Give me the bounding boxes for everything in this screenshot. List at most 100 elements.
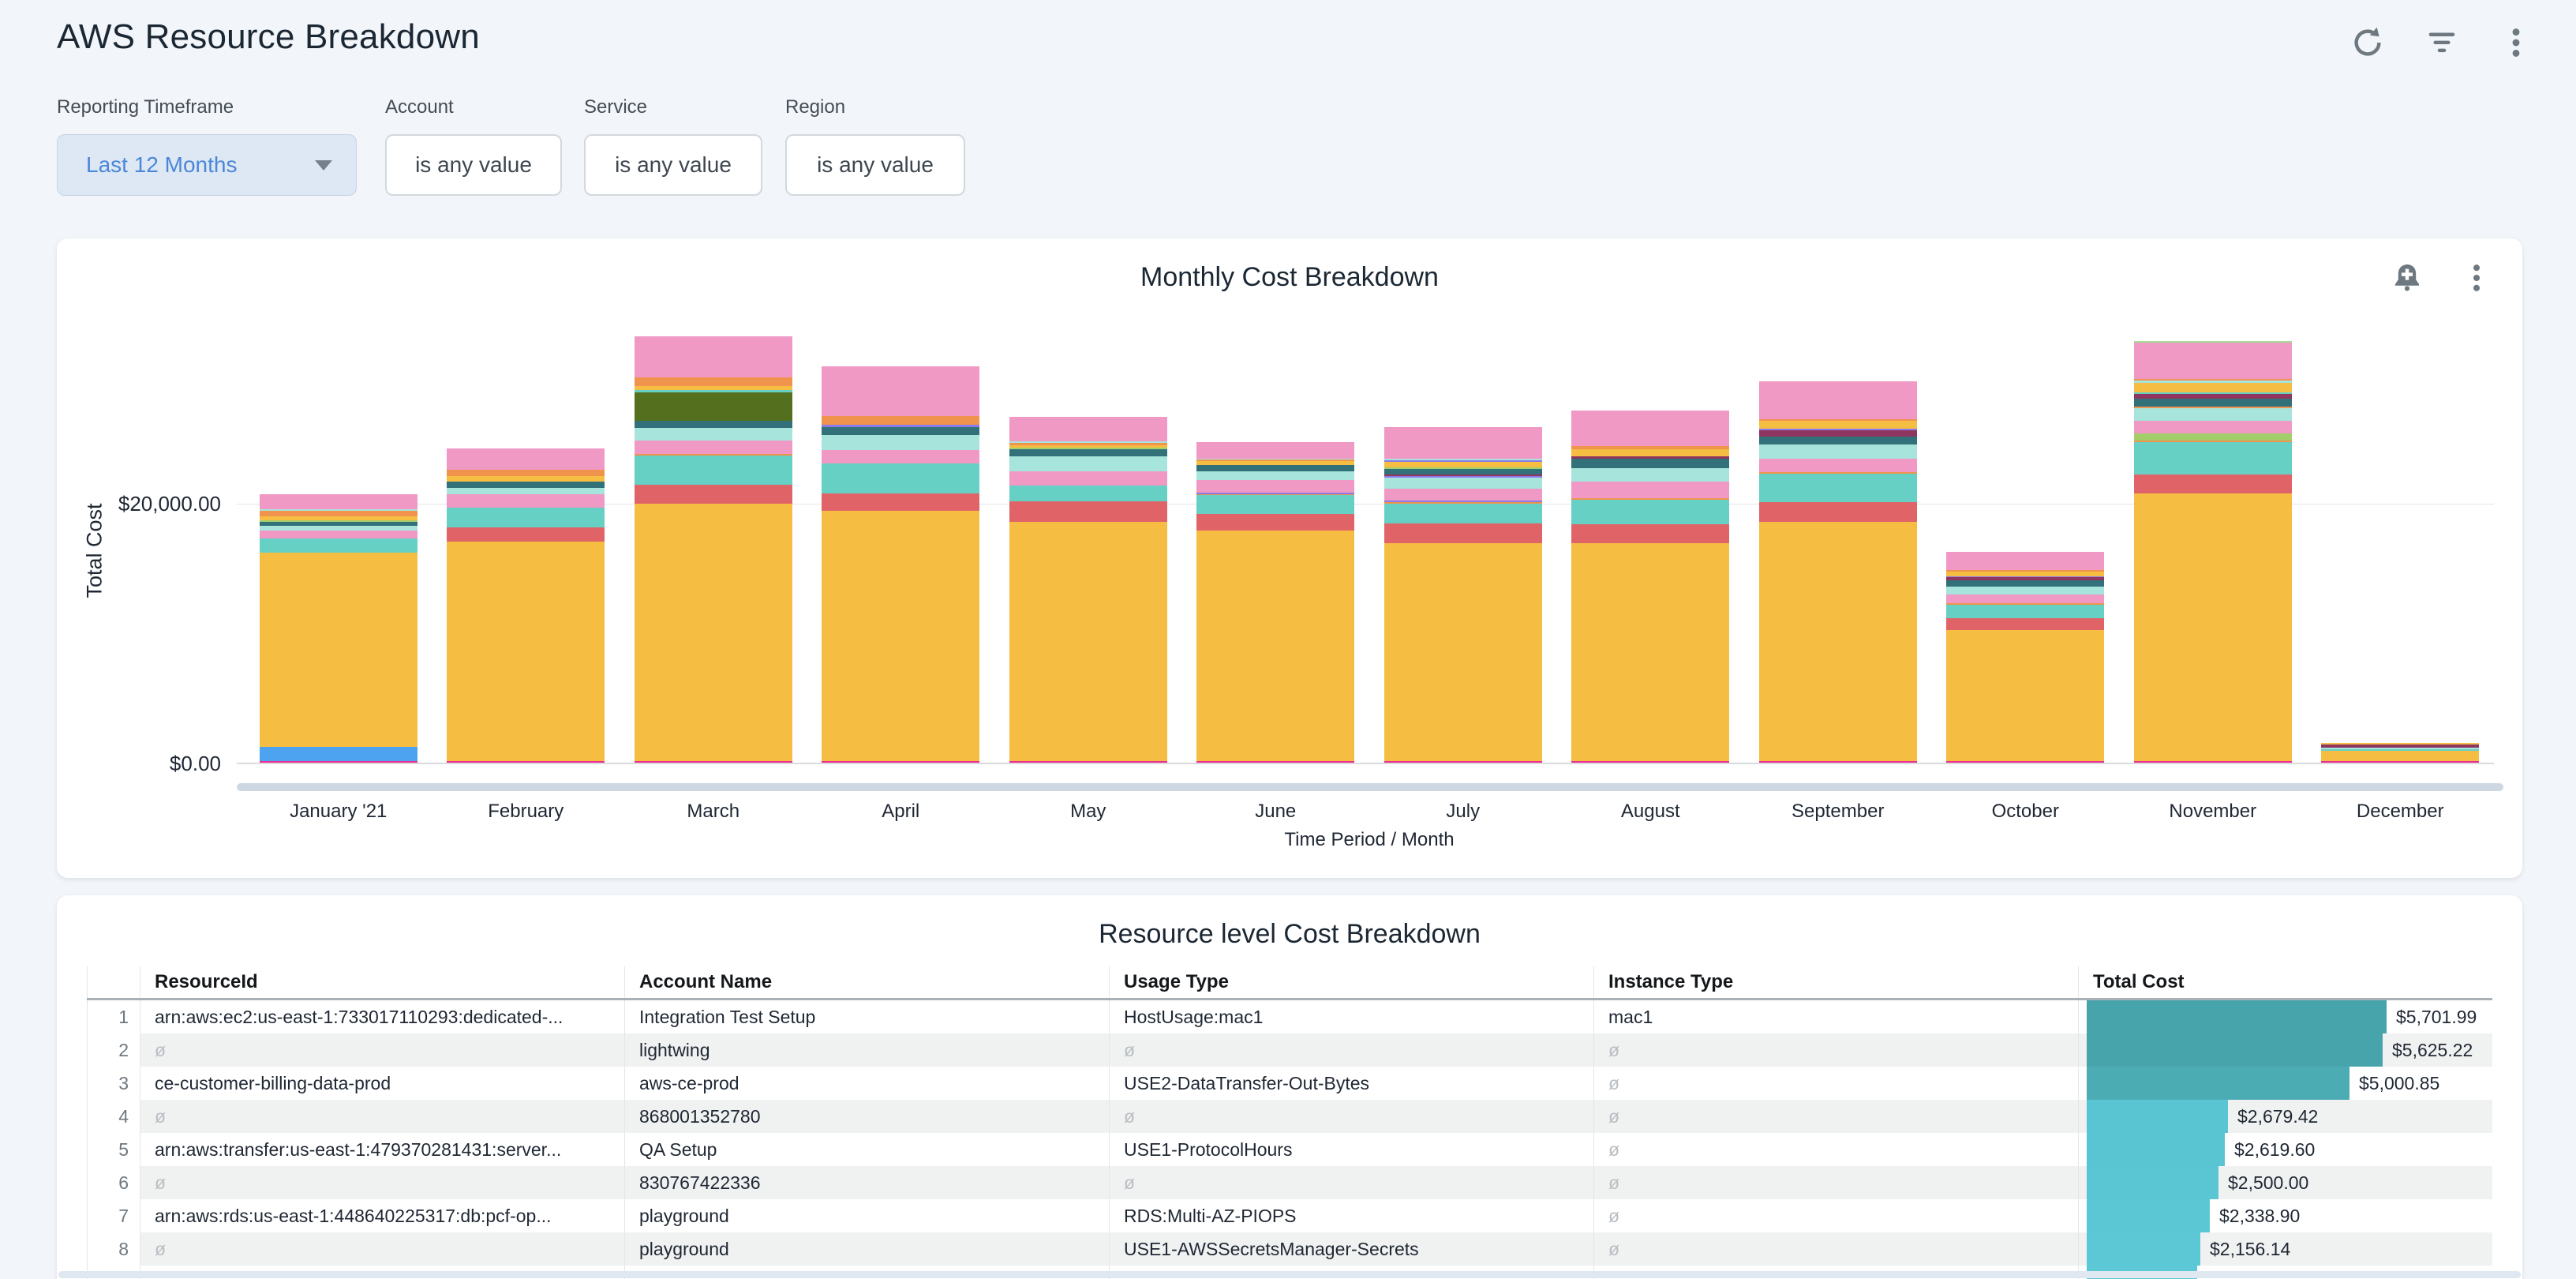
y-tick-0: $0.00	[79, 752, 221, 776]
x-tick-label: June	[1182, 801, 1370, 823]
segment-teal	[1946, 605, 2104, 618]
null-value: ø	[155, 1106, 166, 1127]
bar-slot	[245, 314, 432, 763]
segment-dkteal	[1571, 459, 1729, 468]
segment-magenta	[822, 761, 979, 763]
segment-pink	[822, 366, 979, 416]
y-axis-title: Total Cost	[83, 535, 107, 598]
resource-table-card: Resource level Cost Breakdown ResourceId…	[57, 895, 2522, 1279]
row-number: 6	[88, 1166, 140, 1199]
cell-account-name: Integration Test Setup	[624, 1000, 1109, 1033]
x-tick-label: May	[994, 801, 1182, 823]
segment-pink	[1571, 411, 1729, 446]
bar-slot	[1369, 314, 1557, 763]
segment-pink	[1196, 442, 1354, 458]
cell-total-cost: $2,679.42	[2078, 1100, 2493, 1133]
stacked-bar-August[interactable]	[1571, 411, 1729, 763]
chart-plot	[245, 314, 2494, 764]
segment-orange	[635, 377, 792, 385]
table-header-row: ResourceId Account Name Usage Type Insta…	[87, 966, 2492, 998]
table-horizontal-scrollbar[interactable]	[58, 1271, 2521, 1278]
table-row[interactable]: 1arn:aws:ec2:us-east-1:733017110293:dedi…	[87, 1000, 2492, 1033]
segment-magenta	[2134, 761, 2292, 763]
segment-red	[1759, 502, 1917, 522]
table-row[interactable]: 4ø868001352780øø$2,679.42	[87, 1100, 2492, 1133]
cell-instance-type: ø	[1593, 1133, 2078, 1166]
segment-pink	[1759, 459, 1917, 472]
stacked-bar-June[interactable]	[1196, 442, 1354, 763]
segment-teal	[1196, 495, 1354, 514]
total-cost-bar	[2087, 1133, 2225, 1166]
service-filter-button[interactable]: is any value	[584, 134, 762, 196]
segment-amber	[1196, 531, 1354, 761]
stacked-bar-March[interactable]	[635, 336, 792, 763]
table-row[interactable]: 7arn:aws:rds:us-east-1:448640225317:db:p…	[87, 1199, 2492, 1232]
cell-instance-type: ø	[1593, 1199, 2078, 1232]
cell-usage-type: ø	[1109, 1166, 1593, 1199]
column-header-account-name[interactable]: Account Name	[624, 966, 1109, 998]
segment-dkteal	[822, 427, 979, 434]
total-cost-bar	[2087, 1166, 2218, 1199]
filter-label: Reporting Timeframe	[57, 96, 357, 120]
null-value: ø	[155, 1172, 166, 1194]
cell-instance-type: ø	[1593, 1232, 2078, 1266]
alert-bell-add-icon[interactable]	[2388, 259, 2426, 297]
segment-orange	[447, 470, 605, 476]
segment-magenta	[635, 761, 792, 763]
segment-red	[447, 527, 605, 542]
null-value: ø	[1124, 1172, 1135, 1194]
cell-instance-type: ø	[1593, 1067, 2078, 1100]
stacked-bar-January '21[interactable]	[260, 494, 417, 763]
table-row[interactable]: 8øplaygroundUSE1-AWSSecretsManager-Secre…	[87, 1232, 2492, 1266]
segment-amber	[1384, 543, 1542, 761]
column-header-instance-type[interactable]: Instance Type	[1593, 966, 2078, 998]
x-tick-label: October	[1932, 801, 2120, 823]
stacked-bar-September[interactable]	[1759, 381, 1917, 763]
segment-olive	[635, 392, 792, 421]
refresh-icon[interactable]	[2349, 24, 2387, 62]
table-row[interactable]: 5arn:aws:transfer:us-east-1:479370281431…	[87, 1133, 2492, 1166]
table-row[interactable]: 3ce-customer-billing-data-prodaws-ce-pro…	[87, 1067, 2492, 1100]
stacked-bar-February[interactable]	[447, 448, 605, 763]
chart-horizontal-scrollbar[interactable]	[237, 783, 2503, 791]
stacked-bar-April[interactable]	[822, 366, 979, 763]
more-vert-icon[interactable]	[2458, 259, 2496, 297]
column-header-total-cost[interactable]: Total Cost	[2078, 966, 2493, 998]
segment-pink	[260, 531, 417, 538]
row-number-header	[88, 966, 140, 998]
table-row[interactable]: 2ølightwingøø$5,625.22	[87, 1033, 2492, 1067]
column-header-resource-id[interactable]: ResourceId	[140, 966, 624, 998]
segment-amber	[1009, 522, 1167, 762]
segment-magenta	[1384, 761, 1542, 763]
service-filter-value: is any value	[615, 152, 732, 178]
null-value: ø	[155, 1239, 166, 1260]
stacked-bar-May[interactable]	[1009, 417, 1167, 763]
stacked-bar-December[interactable]	[2321, 743, 2479, 763]
region-filter-button[interactable]: is any value	[785, 134, 965, 196]
more-vert-icon[interactable]	[2497, 24, 2535, 62]
segment-magenta	[1759, 761, 1917, 763]
x-axis-labels: January '21FebruaryMarchAprilMayJuneJuly…	[245, 801, 2494, 823]
segment-magenta	[1946, 761, 2104, 763]
segment-red	[1196, 514, 1354, 531]
stacked-bar-November[interactable]	[2134, 341, 2292, 763]
stacked-bar-July[interactable]	[1384, 427, 1542, 763]
timeframe-select[interactable]: Last 12 Months	[57, 134, 357, 196]
cell-usage-type: USE1-ProtocolHours	[1109, 1133, 1593, 1166]
filter-region: Region is any value	[785, 96, 965, 196]
segment-magenta	[260, 761, 417, 763]
segment-pink	[1384, 427, 1542, 458]
segment-ltteal	[1571, 468, 1729, 482]
cell-total-cost: $5,000.85	[2078, 1067, 2493, 1100]
filter-list-icon[interactable]	[2423, 24, 2461, 62]
segment-ltteal	[1196, 471, 1354, 480]
account-filter-button[interactable]: is any value	[385, 134, 562, 196]
row-number: 5	[88, 1133, 140, 1166]
table-row[interactable]: 6ø830767422336øø$2,500.00	[87, 1166, 2492, 1199]
total-cost-value: $2,619.60	[2234, 1139, 2315, 1161]
null-value: ø	[1608, 1106, 1619, 1127]
stacked-bar-October[interactable]	[1946, 552, 2104, 763]
column-header-usage-type[interactable]: Usage Type	[1109, 966, 1593, 998]
segment-pink	[1384, 489, 1542, 501]
segment-dkteal	[1946, 580, 2104, 586]
